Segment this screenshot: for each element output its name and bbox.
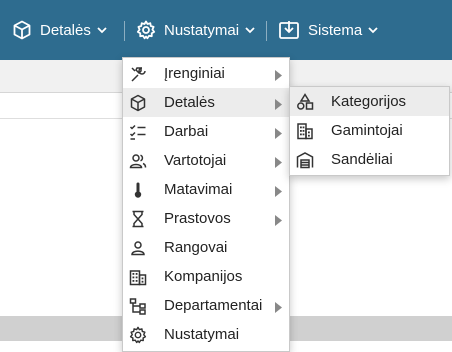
- menu-item-detales[interactable]: Detalės: [123, 88, 289, 117]
- submenu-item-kategorijos[interactable]: Kategorijos: [290, 87, 449, 116]
- menu-item-label: Įrenginiai: [164, 65, 225, 82]
- submenu-item-label: Gamintojai: [331, 122, 403, 139]
- checklist-icon: [129, 123, 147, 141]
- nav-detales[interactable]: Detalės: [12, 0, 107, 60]
- thermometer-icon: [129, 181, 147, 199]
- chevron-down-icon: [245, 26, 255, 34]
- warehouse-icon: [296, 151, 314, 169]
- menu-item-departamentai[interactable]: Departamentai: [123, 291, 289, 320]
- menu-item-label: Kompanijos: [164, 268, 243, 285]
- nustatymai-dropdown-menu: Įrenginiai Detalės Darbai Vartotojai Mat…: [122, 57, 290, 352]
- detales-submenu: Kategorijos Gamintojai Sandėliai: [289, 86, 450, 176]
- download-box-icon: [278, 20, 300, 40]
- menu-item-prastovos[interactable]: Prastovos: [123, 204, 289, 233]
- factory-icon: [296, 122, 314, 140]
- nav-separator: [266, 21, 267, 41]
- nav-nustatymai-label: Nustatymai: [164, 21, 240, 39]
- nav-detales-label: Detalės: [40, 21, 91, 39]
- tools-icon: [129, 65, 147, 83]
- menu-item-nustatymai[interactable]: Nustatymai: [123, 320, 289, 349]
- users-icon: [129, 152, 147, 170]
- nav-nustatymai[interactable]: Nustatymai: [136, 0, 255, 60]
- chevron-down-icon: [368, 26, 378, 34]
- menu-item-label: Matavimai: [164, 181, 233, 198]
- chevron-right-icon: [275, 155, 282, 168]
- cube-icon: [12, 20, 32, 40]
- building-icon: [129, 268, 147, 286]
- nav-sistema[interactable]: Sistema: [278, 0, 378, 60]
- menu-item-label: Detalės: [164, 94, 215, 111]
- shapes-icon: [296, 93, 314, 111]
- nav-sistema-label: Sistema: [308, 21, 363, 39]
- chevron-right-icon: [275, 97, 282, 110]
- chevron-right-icon: [275, 300, 282, 313]
- org-chart-icon: [129, 297, 147, 315]
- gear-icon: [129, 326, 147, 344]
- gear-icon: [136, 20, 156, 40]
- chevron-right-icon: [275, 68, 282, 81]
- menu-item-vartotojai[interactable]: Vartotojai: [123, 146, 289, 175]
- submenu-item-label: Sandėliai: [331, 151, 393, 168]
- chevron-down-icon: [97, 26, 107, 34]
- top-navbar: Detalės Nustatymai Sistema: [0, 0, 452, 60]
- menu-item-label: Nustatymai: [164, 326, 240, 343]
- menu-item-matavimai[interactable]: Matavimai: [123, 175, 289, 204]
- chevron-right-icon: [275, 184, 282, 197]
- chevron-right-icon: [275, 213, 282, 226]
- menu-item-darbai[interactable]: Darbai: [123, 117, 289, 146]
- menu-item-rangovai[interactable]: Rangovai: [123, 233, 289, 262]
- menu-item-kompanijos[interactable]: Kompanijos: [123, 262, 289, 291]
- hourglass-icon: [129, 210, 147, 228]
- cube-icon: [129, 94, 147, 112]
- menu-item-label: Rangovai: [164, 239, 228, 256]
- submenu-item-sandeliai[interactable]: Sandėliai: [290, 145, 449, 174]
- person-icon: [129, 239, 147, 257]
- submenu-item-label: Kategorijos: [331, 93, 407, 110]
- menu-item-label: Vartotojai: [164, 152, 227, 169]
- chevron-right-icon: [275, 126, 282, 139]
- menu-item-label: Darbai: [164, 123, 209, 140]
- menu-item-label: Departamentai: [164, 297, 263, 314]
- nav-separator: [124, 21, 125, 41]
- menu-item-irenginiai[interactable]: Įrenginiai: [123, 59, 289, 88]
- menu-item-label: Prastovos: [164, 210, 231, 227]
- submenu-item-gamintojai[interactable]: Gamintojai: [290, 116, 449, 145]
